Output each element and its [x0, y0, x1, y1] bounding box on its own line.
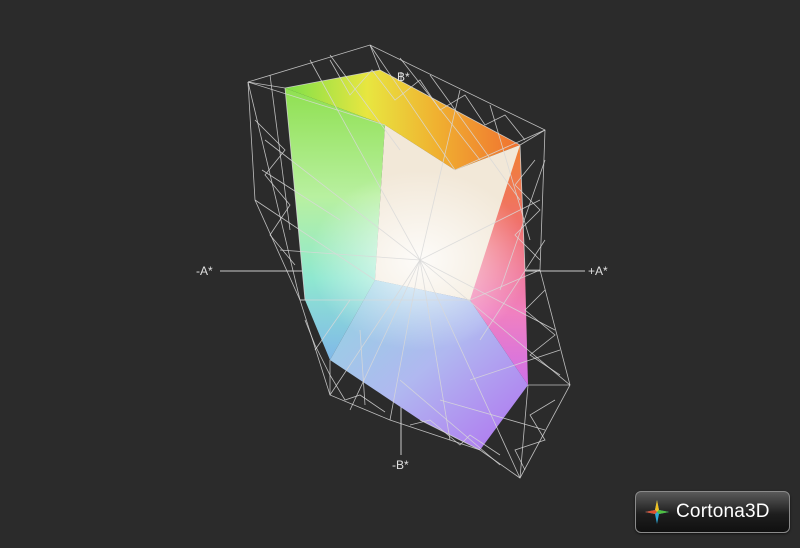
axis-label-minus-b: -B* [392, 458, 409, 472]
cortona3d-logo-button[interactable]: Cortona3D [635, 491, 790, 533]
logo-text: Cortona3D [676, 501, 770, 522]
axis-label-plus-a: +A* [588, 264, 608, 278]
axis-label-plus-b: B* [397, 70, 410, 84]
gamut-3d-viewport[interactable]: -A* +A* B* -B* [0, 0, 800, 543]
axis-label-minus-a: -A* [196, 264, 213, 278]
cortona-star-icon [645, 500, 669, 524]
measured-gamut-volume [285, 70, 530, 450]
